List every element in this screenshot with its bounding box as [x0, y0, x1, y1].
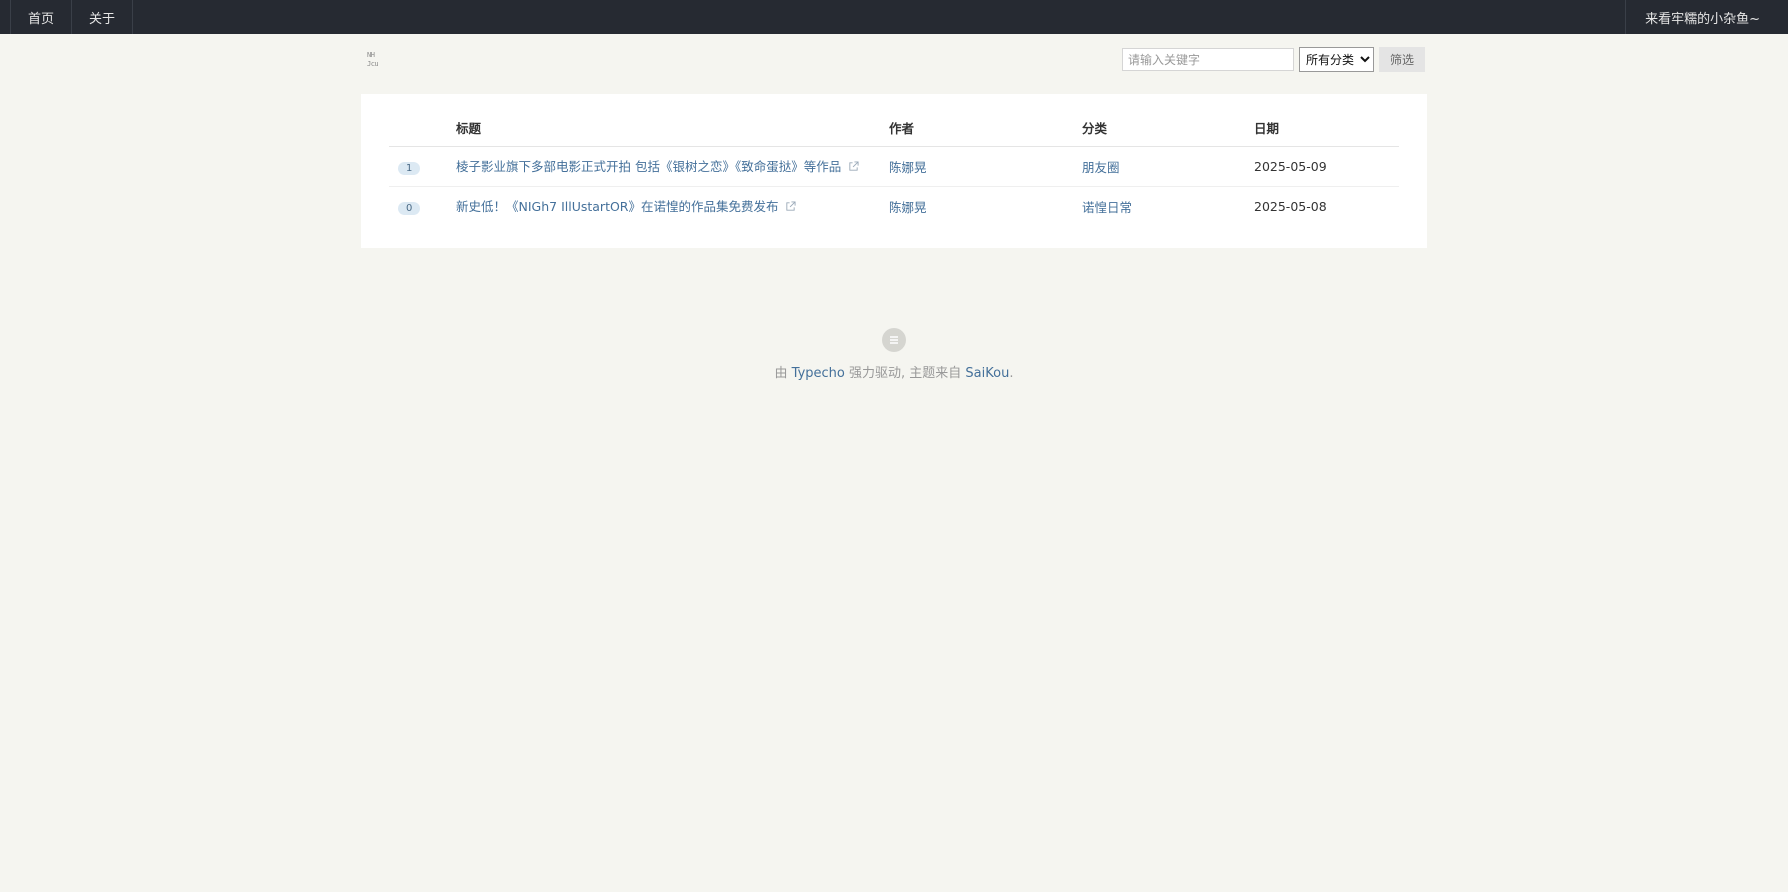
- post-category-link[interactable]: 朋友圈: [1082, 160, 1120, 175]
- logo-text: NH Jcu: [367, 51, 379, 68]
- top-navbar: 首页 关于 来看牢糯的小杂鱼~: [0, 0, 1788, 34]
- post-title-link[interactable]: 新史低！《NIGh7 IllUstartOR》在诺惶的作品集免费发布: [456, 199, 779, 214]
- footer-list-icon: [882, 328, 906, 352]
- post-author-link[interactable]: 陈娜晃: [889, 200, 927, 215]
- table-header-row: 标题 作者 分类 日期: [389, 108, 1399, 147]
- external-link-icon[interactable]: [782, 199, 797, 214]
- footer-credits: 由 Typecho 强力驱动, 主题来自 SaiKou.: [361, 362, 1427, 381]
- category-select[interactable]: 所有分类: [1298, 47, 1374, 72]
- nav-item-about[interactable]: 关于: [71, 0, 134, 34]
- post-date: 2025-05-08: [1254, 199, 1327, 214]
- post-table: 标题 作者 分类 日期 1 棱子影业旗下多部电影正式开拍 包括《银树之恋》《致命…: [389, 108, 1399, 226]
- nav-menu: 首页 关于: [0, 0, 134, 34]
- post-title-link[interactable]: 棱子影业旗下多部电影正式开拍 包括《银树之恋》《致命蛋挞》等作品: [456, 159, 841, 174]
- header-count: [389, 108, 456, 147]
- main-container: NH Jcu 所有分类 筛选 标题 作者 分类 日期 1: [361, 34, 1427, 381]
- post-list-card: 标题 作者 分类 日期 1 棱子影业旗下多部电影正式开拍 包括《银树之恋》《致命…: [361, 94, 1427, 248]
- site-logo[interactable]: NH Jcu: [367, 51, 385, 71]
- nav-item-home[interactable]: 首页: [10, 0, 71, 34]
- header-date: 日期: [1254, 108, 1399, 147]
- header-title: 标题: [456, 108, 889, 147]
- footer-middle: 强力驱动, 主题来自: [849, 366, 962, 381]
- table-row: 0 新史低！《NIGh7 IllUstartOR》在诺惶的作品集免费发布 陈娜晃…: [389, 187, 1399, 227]
- post-date: 2025-05-09: [1254, 146, 1399, 187]
- comment-count-badge: 0: [398, 201, 421, 215]
- header-author: 作者: [889, 108, 1082, 147]
- external-link-icon[interactable]: [845, 159, 859, 174]
- footer-prefix: 由: [774, 366, 788, 381]
- toolbar-row: NH Jcu 所有分类 筛选: [361, 34, 1427, 94]
- filter-button[interactable]: 筛选: [1378, 47, 1425, 72]
- table-row: 1 棱子影业旗下多部电影正式开拍 包括《银树之恋》《致命蛋挞》等作品 陈娜晃 朋…: [389, 146, 1399, 187]
- typecho-link[interactable]: Typecho: [792, 366, 845, 381]
- filter-form: 所有分类 筛选: [1121, 47, 1425, 72]
- comment-count-badge: 1: [398, 161, 421, 175]
- footer-suffix: .: [1009, 366, 1014, 381]
- post-category-link[interactable]: 诺惶日常: [1082, 200, 1132, 215]
- search-input[interactable]: [1121, 48, 1294, 71]
- header-category: 分类: [1082, 108, 1254, 147]
- post-author-link[interactable]: 陈娜晃: [889, 160, 927, 175]
- site-footer: 由 Typecho 强力驱动, 主题来自 SaiKou.: [361, 328, 1427, 381]
- theme-link[interactable]: SaiKou: [965, 366, 1009, 381]
- user-menu[interactable]: 来看牢糯的小杂鱼~: [1625, 0, 1788, 34]
